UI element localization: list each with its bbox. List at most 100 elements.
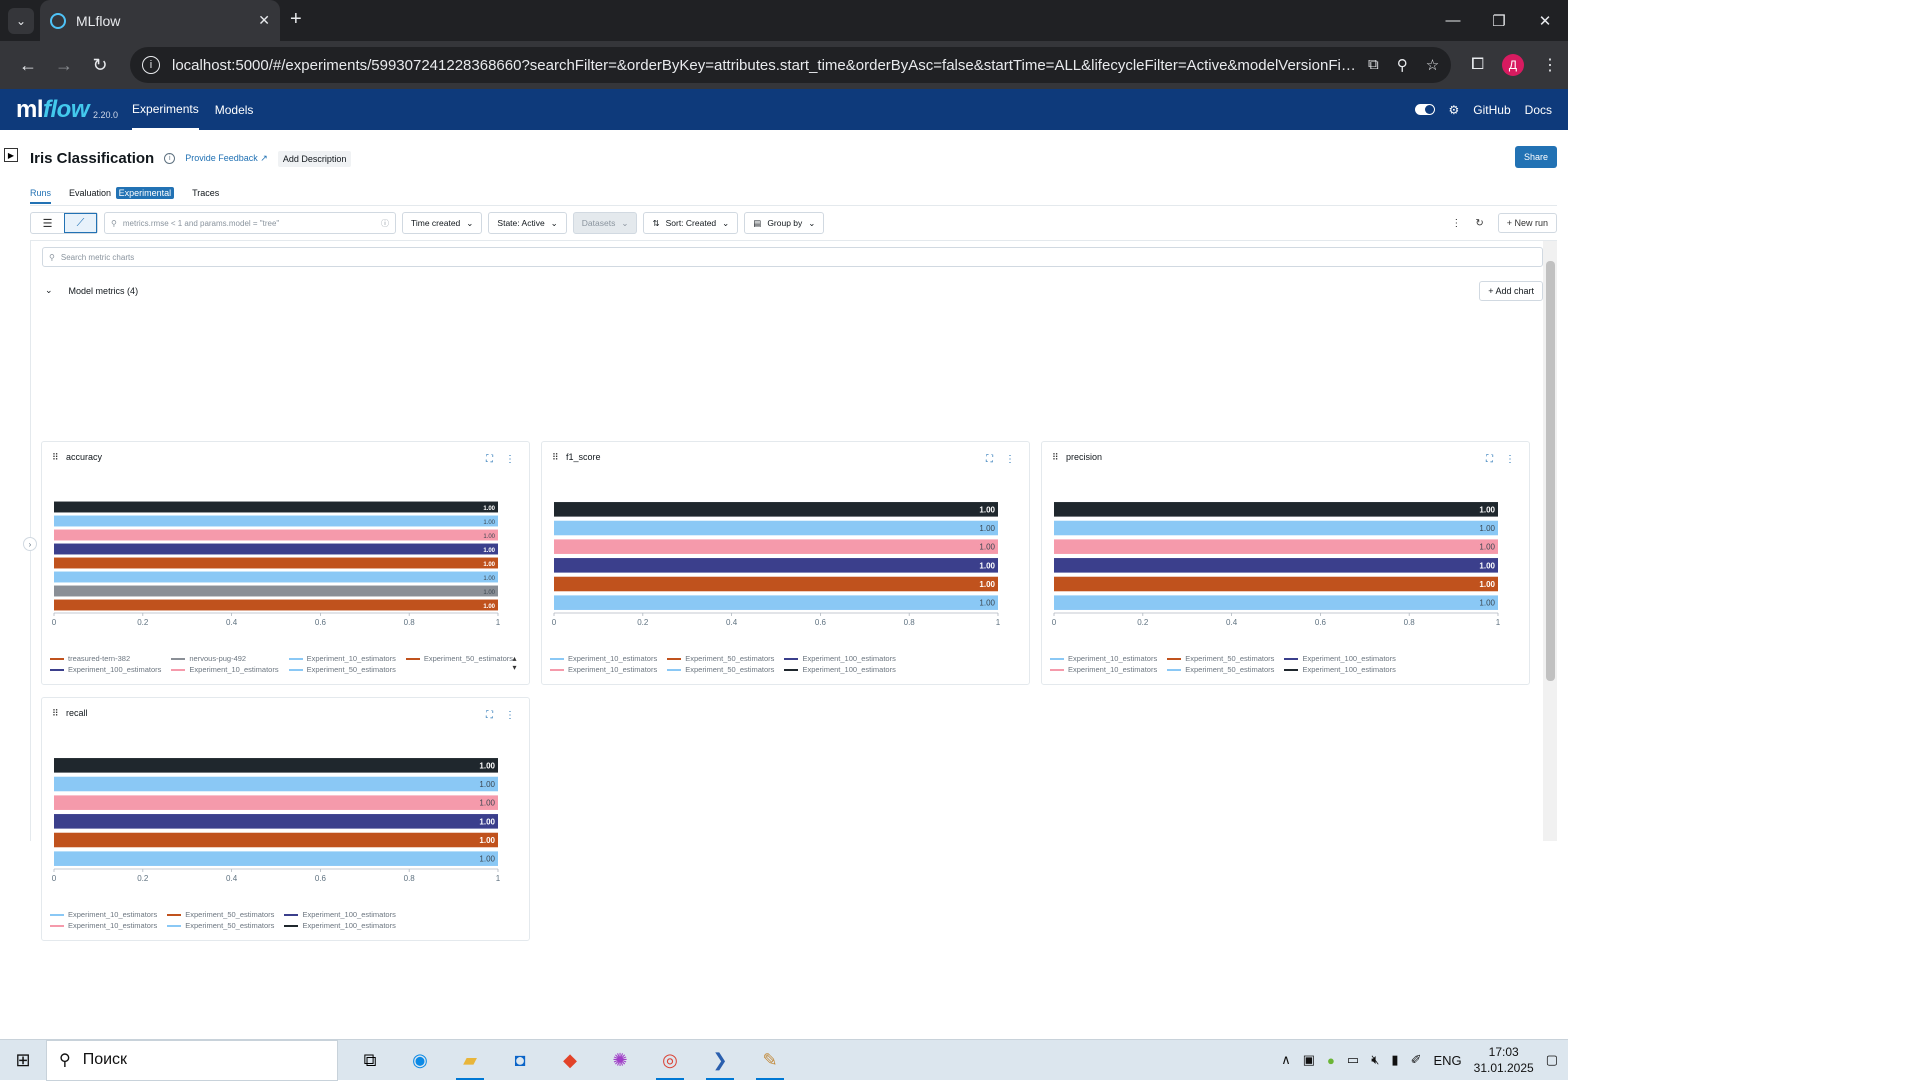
- language-indicator[interactable]: ENG: [1433, 1053, 1461, 1068]
- legend-item[interactable]: Experiment_50_estimators: [1167, 654, 1274, 663]
- reload-icon[interactable]: ↻: [82, 47, 118, 83]
- chart-bar[interactable]: [554, 539, 998, 554]
- dark-mode-toggle[interactable]: [1415, 104, 1435, 115]
- legend-item[interactable]: Experiment_50_estimators: [289, 665, 396, 674]
- share-button[interactable]: Share: [1515, 146, 1557, 168]
- legend-item[interactable]: Experiment_10_estimators: [550, 654, 657, 663]
- chart-bar[interactable]: [1054, 539, 1498, 554]
- chart-bar[interactable]: [54, 586, 498, 597]
- chart-bar[interactable]: [54, 516, 498, 527]
- color-app-icon[interactable]: ✺: [604, 1044, 636, 1076]
- battery-icon[interactable]: ▮: [1391, 1052, 1398, 1068]
- chart-bar[interactable]: [554, 502, 998, 517]
- chart-bar[interactable]: [54, 572, 498, 583]
- clock[interactable]: 17:03 31.01.2025: [1474, 1044, 1534, 1076]
- chart-bar[interactable]: [54, 530, 498, 541]
- file-explorer-icon[interactable]: ▰: [454, 1044, 486, 1076]
- powershell-icon[interactable]: ❯: [704, 1044, 736, 1076]
- chart-bar[interactable]: [1054, 595, 1498, 610]
- legend-item[interactable]: Experiment_10_estimators: [1050, 665, 1157, 674]
- experiment-info-icon[interactable]: i: [164, 153, 175, 164]
- new-run-button[interactable]: + New run: [1498, 213, 1557, 233]
- forward-icon[interactable]: →: [46, 47, 82, 83]
- expand-runs-panel-icon[interactable]: ›: [23, 537, 37, 551]
- github-link[interactable]: GitHub: [1473, 103, 1510, 117]
- chart-bar[interactable]: [54, 795, 498, 810]
- chart-bar[interactable]: [1054, 521, 1498, 536]
- chart-view-icon[interactable]: ⟋: [64, 213, 97, 233]
- provide-feedback-link[interactable]: Provide Feedback ↗: [185, 153, 268, 164]
- outlook-icon[interactable]: ◘: [504, 1044, 536, 1076]
- legend-item[interactable]: Experiment_10_estimators: [289, 654, 396, 663]
- restore-icon[interactable]: ❐: [1476, 0, 1522, 41]
- add-chart-button[interactable]: + Add chart: [1479, 281, 1543, 301]
- browser-menu-icon[interactable]: ⋮: [1542, 55, 1558, 75]
- zoom-icon[interactable]: ⚲: [1397, 56, 1408, 74]
- model-metrics-section-header[interactable]: ⌄ Model metrics (4): [45, 285, 138, 296]
- legend-item[interactable]: Experiment_50_estimators: [167, 910, 274, 919]
- volume-muted-icon[interactable]: 🔇︎: [1371, 1052, 1379, 1068]
- time-created-dropdown[interactable]: Time created⌄: [402, 212, 482, 234]
- legend-item[interactable]: Experiment_10_estimators: [50, 921, 157, 930]
- sort-dropdown[interactable]: ⇅Sort: Created⌄: [643, 212, 738, 234]
- extensions-icon[interactable]: ⧠: [1471, 56, 1484, 74]
- nav-models[interactable]: Models: [215, 91, 254, 129]
- legend-item[interactable]: Experiment_100_estimators: [784, 654, 895, 663]
- bookmark-star-icon[interactable]: ☆: [1426, 56, 1439, 74]
- pen-icon[interactable]: ✐: [1411, 1052, 1422, 1068]
- chart-bar[interactable]: [1054, 502, 1498, 517]
- legend-item[interactable]: Experiment_100_estimators: [784, 665, 895, 674]
- legend-item[interactable]: Experiment_10_estimators: [50, 910, 157, 919]
- chart-bar[interactable]: [54, 777, 498, 792]
- tray-shield-icon[interactable]: ●: [1327, 1053, 1335, 1068]
- site-info-icon[interactable]: i: [142, 56, 160, 74]
- close-window-icon[interactable]: ✕: [1522, 0, 1568, 41]
- settings-gear-icon[interactable]: ⚙: [1449, 103, 1460, 117]
- chart-bar[interactable]: [54, 851, 498, 866]
- legend-item[interactable]: Experiment_10_estimators: [1050, 654, 1157, 663]
- minimize-icon[interactable]: —: [1430, 0, 1476, 41]
- runs-search-input[interactable]: ⚲ metrics.rmse < 1 and params.model = "t…: [104, 212, 396, 234]
- legend-item[interactable]: Experiment_100_estimators: [1284, 665, 1395, 674]
- tab-traces[interactable]: Traces: [192, 188, 219, 204]
- network-icon[interactable]: ▭: [1347, 1052, 1359, 1068]
- task-view-icon[interactable]: ⧉: [354, 1044, 386, 1076]
- chart-bar[interactable]: [554, 521, 998, 536]
- windows-start-icon[interactable]: ⊞: [0, 1050, 46, 1071]
- chart-bar[interactable]: [1054, 558, 1498, 573]
- legend-item[interactable]: Experiment_50_estimators: [667, 654, 774, 663]
- docs-link[interactable]: Docs: [1525, 103, 1552, 117]
- legend-item[interactable]: Experiment_50_estimators: [1167, 665, 1274, 674]
- chart-bar[interactable]: [554, 577, 998, 592]
- legend-item[interactable]: Experiment_50_estimators: [167, 921, 274, 930]
- chart-bar[interactable]: [54, 600, 498, 611]
- chart-bar[interactable]: [54, 814, 498, 829]
- more-options-icon[interactable]: ⋮: [1451, 218, 1461, 229]
- legend-item[interactable]: Experiment_10_estimators: [171, 665, 278, 674]
- legend-item[interactable]: treasured-tern-382: [50, 654, 161, 663]
- chart-bar[interactable]: [54, 833, 498, 848]
- search-info-icon[interactable]: ⓘ: [381, 218, 389, 229]
- state-dropdown[interactable]: State: Active⌄: [488, 212, 566, 234]
- close-tab-icon[interactable]: ✕: [258, 12, 270, 29]
- chart-bar[interactable]: [554, 595, 998, 610]
- translate-icon[interactable]: ⧉: [1368, 56, 1379, 74]
- browser-tab[interactable]: MLflow ✕: [40, 0, 280, 41]
- nav-experiments[interactable]: Experiments: [132, 90, 199, 130]
- legend-item[interactable]: Experiment_10_estimators: [550, 665, 657, 674]
- edge-icon[interactable]: ◉: [404, 1044, 436, 1076]
- taskbar-search-input[interactable]: ⚲ Поиск: [46, 1040, 338, 1081]
- metric-charts-search-input[interactable]: ⚲ Search metric charts: [42, 247, 1543, 267]
- tab-runs[interactable]: Runs: [30, 188, 51, 204]
- group-by-dropdown[interactable]: ▤Group by⌄: [744, 212, 824, 234]
- profile-avatar[interactable]: Д: [1502, 54, 1524, 76]
- chart-bar[interactable]: [54, 544, 498, 555]
- legend-item[interactable]: Experiment_50_estimators: [406, 654, 513, 663]
- chart-bar[interactable]: [54, 558, 498, 569]
- tray-app-icon[interactable]: ▣: [1303, 1052, 1315, 1068]
- chart-bar[interactable]: [54, 502, 498, 513]
- table-view-icon[interactable]: ☰: [31, 213, 64, 233]
- tab-search-chevron-icon[interactable]: ⌄: [8, 8, 34, 34]
- chart-bar[interactable]: [554, 558, 998, 573]
- gitlab-icon[interactable]: ◆: [554, 1044, 586, 1076]
